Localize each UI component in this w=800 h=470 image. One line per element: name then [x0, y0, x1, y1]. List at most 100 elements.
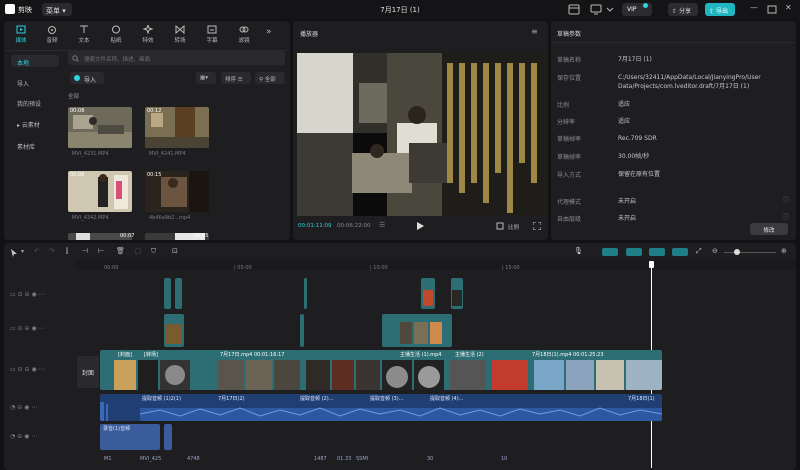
select-cursor-icon[interactable]: [10, 249, 18, 257]
zoom-in-icon[interactable]: ⊕: [781, 247, 787, 255]
menu-icon[interactable]: ≡: [531, 27, 538, 36]
redo-icon[interactable]: ↷: [49, 247, 55, 255]
view-toggle-button[interactable]: ▦▾: [196, 72, 216, 84]
bottom-clip-label: 30: [427, 456, 434, 462]
fit-icon[interactable]: ⤢: [696, 247, 702, 256]
monitor-icon[interactable]: [590, 4, 602, 15]
tab-text[interactable]: 文本: [69, 25, 99, 49]
audio-icon: [48, 26, 56, 34]
chevron-down-icon[interactable]: ▾: [21, 248, 24, 255]
main-clip-label: 7月17日.mp4 00:01:16:17: [220, 352, 285, 358]
playhead-handle[interactable]: [649, 261, 654, 268]
split-right-icon[interactable]: ⊢: [98, 247, 104, 255]
overlay-clip[interactable]: [451, 278, 463, 309]
thumb-duration: 00:05: [194, 233, 209, 239]
ruler-label: 00:00: [104, 265, 119, 271]
delete-icon[interactable]: 🗑︎: [116, 247, 125, 255]
track-header: ◔ ⊝ ◉ ⋯: [10, 433, 38, 440]
tab-media[interactable]: 媒体: [6, 25, 36, 49]
export-button[interactable]: ⇪ 导出: [705, 3, 735, 16]
bottom-clip-label: 01.33: [337, 456, 352, 462]
zoom-out-icon[interactable]: ⊖: [712, 247, 718, 255]
zoom-slider[interactable]: [724, 252, 776, 253]
tab-sticker[interactable]: 贴纸: [101, 25, 131, 49]
overlay-clip[interactable]: [421, 278, 435, 309]
sidebar-item-local[interactable]: 本地: [11, 55, 59, 67]
tab-effects[interactable]: 特效: [133, 25, 163, 49]
sticker-icon: [112, 25, 120, 34]
thumb-caption: MVI_4231.MP4: [72, 151, 109, 157]
detail-label: 草稿帧率: [557, 136, 582, 143]
timeline-panel: ▾ ↶ ↷ ⫿ ⊣ ⊢ 🗑︎ ▢ ⛉ ⊡ 🎙︎ ⤢ ⊖ ⊕ 00:00 | 05…: [4, 243, 796, 470]
sidebar-item-cloud[interactable]: ▸ 云素材: [11, 117, 59, 129]
overlay-clip[interactable]: [164, 314, 184, 347]
freeze-icon[interactable]: ▢: [135, 247, 142, 255]
thumb-duration: 00:15: [147, 172, 162, 178]
voice-clip[interactable]: 录音(1)音频: [100, 424, 160, 450]
section-label: 全部: [68, 94, 80, 100]
sidebar-item-import[interactable]: 导入: [11, 76, 59, 88]
crop-icon[interactable]: [496, 222, 504, 230]
split-left-icon[interactable]: ⊣: [82, 247, 88, 255]
main-clip-label: 7月18日(1).mp4 00:01:25:23: [532, 352, 604, 358]
tab-filter[interactable]: 滤镜: [229, 25, 259, 49]
split-icon[interactable]: ⫿: [66, 247, 68, 256]
thumb-duration: 00:12: [147, 108, 162, 114]
fullscreen-icon[interactable]: [533, 222, 541, 230]
detail-label: 保存位置: [557, 75, 582, 82]
zoom-slider-handle[interactable]: [734, 249, 740, 255]
auto-snap-toggle[interactable]: [626, 248, 642, 256]
menu-button[interactable]: 菜单 ▾: [42, 3, 72, 16]
microphone-icon[interactable]: 🎙︎: [574, 247, 583, 255]
time-ruler[interactable]: [76, 260, 796, 270]
audio-track[interactable]: 提取音频 (1)2(1) 7月17日(2) 提取音频 (2)... 提取音频 (…: [100, 394, 662, 421]
main-clip-label: 主播生活 (2): [455, 352, 484, 358]
overlay-clip[interactable]: [300, 314, 304, 347]
main-track-magnet-toggle[interactable]: [602, 248, 618, 256]
voice-clip[interactable]: [164, 424, 172, 450]
undo-icon[interactable]: ↶: [34, 247, 40, 255]
detail-value: 适应: [618, 118, 631, 125]
overlay-clip[interactable]: [382, 314, 452, 347]
timecode-list-icon[interactable]: ☰: [379, 221, 385, 229]
overlay-clip[interactable]: [175, 278, 182, 309]
ruler-label: | 10:00: [370, 265, 388, 271]
tab-caption[interactable]: 字幕: [197, 25, 227, 49]
main-track[interactable]: [封面] [转场] 7月17日.mp4 00:01:16:17 主播生活 (1)…: [100, 350, 662, 390]
overlay-clip[interactable]: [304, 278, 307, 309]
close-icon[interactable]: ✕: [785, 3, 792, 12]
tab-transition[interactable]: 转场: [165, 25, 195, 49]
sidebar-item-presets[interactable]: 我的预设: [11, 96, 59, 108]
ratio-button[interactable]: 比例: [508, 223, 519, 231]
cover-button[interactable]: 封面: [77, 356, 99, 388]
maximize-icon[interactable]: [766, 4, 778, 15]
search-input[interactable]: 搜索文件名称、描述、画面: [68, 51, 285, 65]
minimize-icon[interactable]: —: [750, 3, 758, 12]
filter-button[interactable]: ⚲ 全部: [255, 72, 285, 84]
detail-value: 适应: [618, 101, 631, 108]
detail-value: 保留在原有位置: [618, 171, 661, 178]
share-button[interactable]: ⇧ 分享: [668, 3, 698, 16]
main-clip-label: [转场]: [144, 352, 158, 358]
video-preview[interactable]: [297, 53, 547, 216]
info-icon[interactable]: ⓘ: [783, 212, 789, 221]
track-header: ◔ ⊝ ◉ ⋯: [10, 404, 38, 411]
more-tabs-icon[interactable]: »: [266, 27, 272, 37]
marker-icon[interactable]: ⛉: [151, 247, 156, 256]
share-label: 分享: [678, 8, 691, 15]
info-icon[interactable]: ⓘ: [783, 195, 789, 204]
sidebar-item-library[interactable]: 素材库: [11, 139, 59, 151]
detail-label: 分辨率: [557, 119, 576, 126]
sort-button[interactable]: 排序 ☰: [221, 72, 251, 84]
overlay-clip[interactable]: [164, 278, 171, 309]
tab-audio[interactable]: 音频: [37, 25, 67, 49]
chevron-down-icon[interactable]: [604, 4, 616, 15]
layout-icon[interactable]: [568, 4, 580, 15]
detail-value: 7月17日 (1): [618, 56, 652, 63]
linkage-toggle[interactable]: [649, 248, 665, 256]
play-icon[interactable]: [416, 222, 424, 230]
preview-axis-toggle[interactable]: [672, 248, 688, 256]
screenshot-icon[interactable]: ⊡: [172, 247, 178, 255]
modify-button[interactable]: 修改: [750, 223, 788, 235]
player-title: 播放器: [300, 31, 319, 38]
